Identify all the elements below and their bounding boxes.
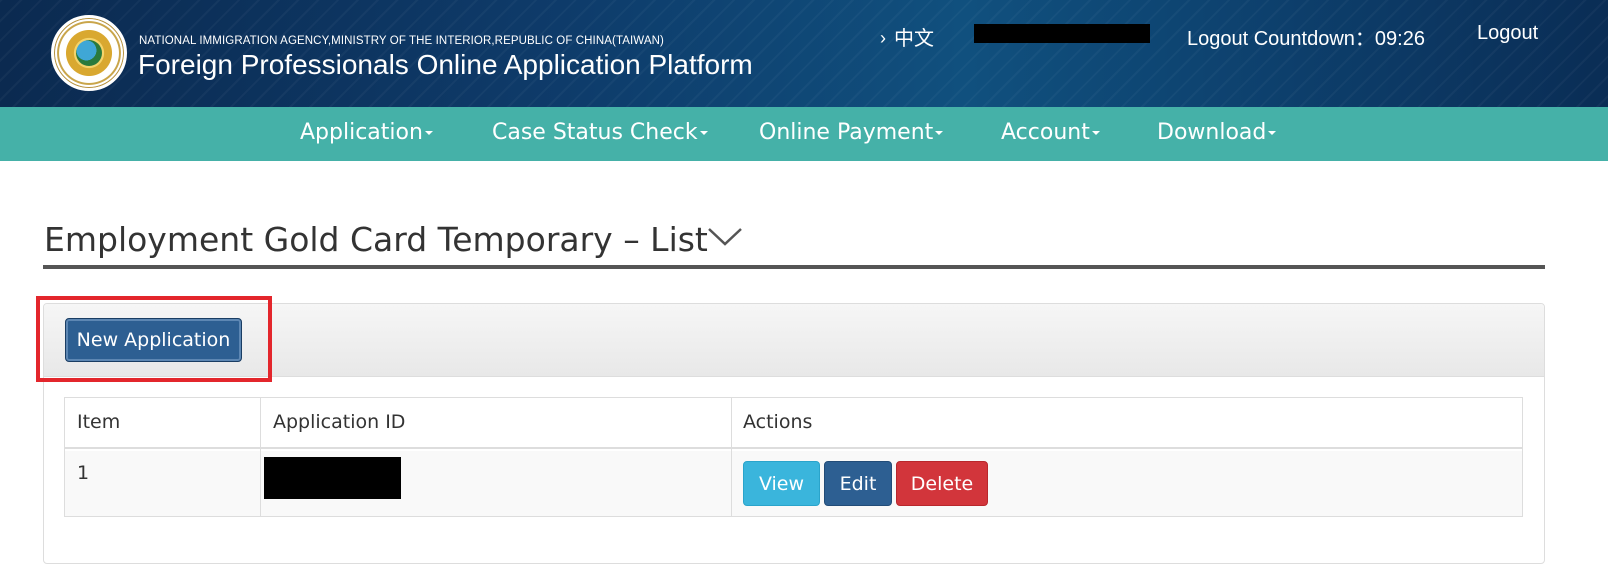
table-row: 1 View Edit Delete	[65, 451, 1522, 516]
nav-item-case-status-check[interactable]: Case Status Check	[492, 120, 708, 145]
edit-button[interactable]: Edit	[824, 461, 892, 506]
countdown-label: Logout Countdown：	[1187, 28, 1375, 50]
logo-globe	[76, 40, 102, 66]
column-header-actions: Actions	[743, 411, 813, 433]
column-divider	[731, 398, 732, 516]
chevron-right-icon: ›	[880, 28, 886, 48]
page-title: Employment Gold Card Temporary – List	[44, 220, 708, 259]
title-divider	[43, 265, 1545, 269]
nav-item-online-payment[interactable]: Online Payment	[759, 120, 944, 145]
agency-logo-icon	[51, 15, 127, 91]
cell-item: 1	[77, 462, 90, 484]
applications-table: Item Application ID Actions 1 View Edit …	[64, 397, 1523, 517]
platform-title: Foreign Professionals Online Application…	[138, 49, 753, 80]
view-button[interactable]: View	[743, 461, 820, 506]
countdown-value: 09:26	[1374, 28, 1425, 50]
highlight-annotation	[36, 296, 272, 382]
caret-down-icon	[935, 131, 944, 135]
language-label: 中文	[894, 28, 934, 50]
logout-link[interactable]: Logout	[1477, 22, 1538, 45]
caret-down-icon	[1091, 131, 1100, 135]
column-divider	[260, 398, 261, 516]
nav-item-label: Application	[300, 120, 423, 145]
column-header-application-id: Application ID	[273, 411, 406, 433]
nav-item-label: Account	[1001, 120, 1090, 145]
caret-down-icon	[699, 131, 708, 135]
delete-button[interactable]: Delete	[896, 461, 988, 506]
chevron-down-icon[interactable]	[706, 224, 744, 248]
site-header: NATIONAL IMMIGRATION AGENCY,MINISTRY OF …	[0, 0, 1608, 107]
nav-item-application[interactable]: Application	[300, 120, 433, 145]
language-switch-link[interactable]: › 中文	[880, 22, 934, 51]
logout-countdown: Logout Countdown：09:26	[1187, 22, 1425, 51]
table-header: Item Application ID Actions	[65, 398, 1522, 449]
caret-down-icon	[1268, 131, 1277, 135]
caret-down-icon	[424, 131, 433, 135]
nav-item-account[interactable]: Account	[1001, 120, 1100, 145]
column-header-item: Item	[77, 411, 121, 433]
main-nav: Application Case Status Check Online Pay…	[0, 107, 1608, 161]
nav-item-label: Case Status Check	[492, 120, 698, 145]
nav-item-label: Online Payment	[759, 120, 934, 145]
nav-item-download[interactable]: Download	[1157, 120, 1277, 145]
agency-name: NATIONAL IMMIGRATION AGENCY,MINISTRY OF …	[139, 35, 664, 47]
nav-item-label: Download	[1157, 120, 1267, 145]
redacted-application-id	[264, 457, 401, 499]
redacted-username	[974, 24, 1150, 43]
